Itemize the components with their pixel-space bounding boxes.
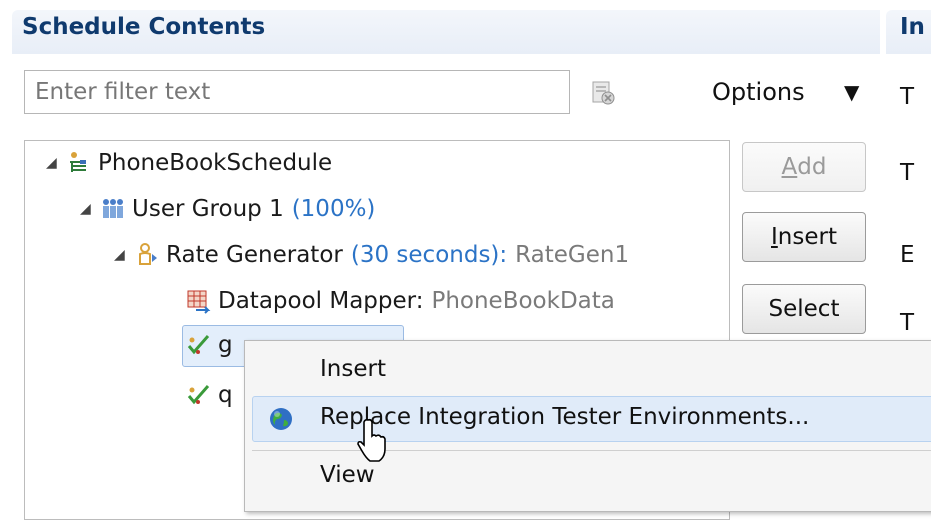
right-panel-title: In [900,14,925,40]
user-group-icon [100,196,126,222]
tree-item-test-1[interactable]: g [186,332,233,358]
tree-item-label: User Group 1 [132,196,284,222]
insert-button[interactable]: Insert [742,212,866,262]
rate-generator-icon [134,242,160,268]
menu-item-insert[interactable]: Insert [320,356,386,382]
test-icon [186,382,212,408]
collapse-icon[interactable]: ◢ [114,247,134,263]
tree-item-label: Datapool Mapper: [218,288,424,314]
tree-item-user-group[interactable]: ◢ User Group 1 (100%) [80,196,375,222]
add-button[interactable]: Add [742,142,866,192]
right-label-4: T [900,310,915,336]
filter-input[interactable] [24,70,570,114]
collapse-icon[interactable]: ◢ [46,155,66,171]
globe-icon [268,406,294,432]
insert-mnemonic: I [771,224,778,250]
options-dropdown-icon[interactable]: ▼ [844,80,859,104]
tree-item-rate-generator[interactable]: ◢ Rate Generator (30 seconds): RateGen1 [114,242,629,268]
add-label-rest: dd [797,154,827,180]
insert-label-rest: nsert [777,224,837,250]
datapool-mapper-icon [186,288,212,314]
rate-generator-interval: (30 seconds): [350,242,508,268]
mouse-pointer-icon [356,418,392,470]
select-label: Select [768,296,840,322]
test-icon [186,332,212,358]
tree-item-test-2[interactable]: q [186,382,233,408]
clear-filter-icon[interactable] [588,78,618,108]
select-button[interactable]: Select [742,284,866,334]
right-label-3: E [900,242,915,268]
tree-item-label: g [218,332,233,358]
options-menu-label[interactable]: Options [712,78,805,106]
right-label-1: T [900,84,915,110]
collapse-icon[interactable]: ◢ [80,201,100,217]
rate-generator-name: RateGen1 [515,242,630,268]
schedule-icon [66,150,92,176]
tree-item-label: Rate Generator [166,242,343,268]
menu-item-replace-environments[interactable]: Replace Integration Tester Environments.… [320,404,809,430]
tree-item-label: PhoneBookSchedule [98,150,333,176]
add-mnemonic: A [781,154,798,180]
tree-item-datapool-mapper[interactable]: Datapool Mapper: PhoneBookData [186,288,615,314]
tree-item-phonebook-schedule[interactable]: ◢ PhoneBookSchedule [46,150,332,176]
datapool-name: PhoneBookData [431,288,615,314]
panel-title: Schedule Contents [22,14,266,40]
tree-item-label: q [218,382,233,408]
menu-separator [252,450,931,451]
right-label-2: T [900,160,915,186]
user-group-percent: (100%) [291,196,376,222]
